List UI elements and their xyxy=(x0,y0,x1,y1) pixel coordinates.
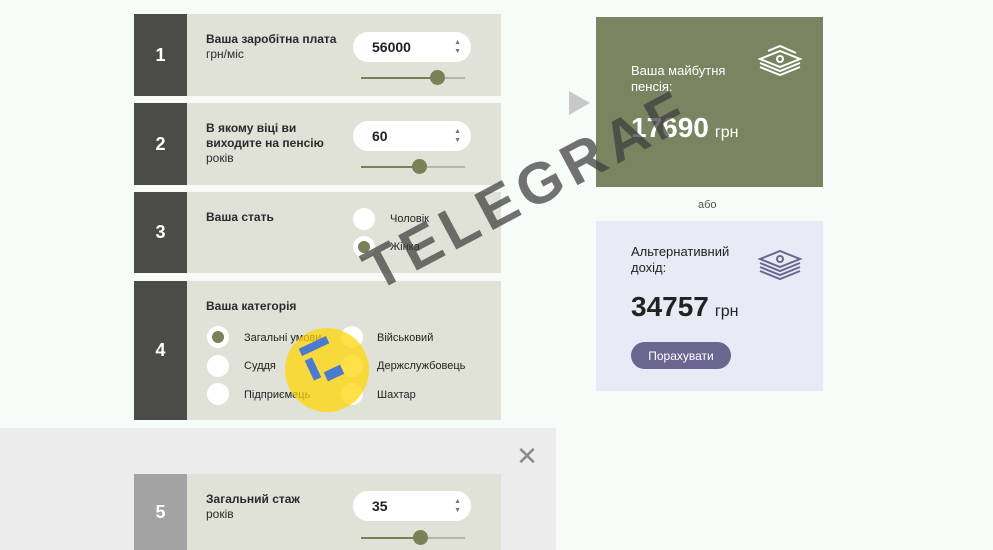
stepper-arrows-icon[interactable]: ▲ ▼ xyxy=(454,38,461,56)
step-label: Загальний стаж років xyxy=(206,492,300,521)
telegraf-logo-icon xyxy=(285,328,369,412)
experience-stepper[interactable]: 35 ▲ ▼ xyxy=(353,491,471,521)
radio-label-judge: Суддя xyxy=(244,360,276,372)
stepper-arrows-icon[interactable]: ▲ ▼ xyxy=(454,127,461,145)
radio-general[interactable] xyxy=(207,326,229,348)
salary-value: 56000 xyxy=(372,39,411,55)
step-number: 5 xyxy=(134,474,187,550)
money-stack-icon xyxy=(757,44,803,77)
step-number: 2 xyxy=(134,103,187,185)
radio-label-miner: Шахтар xyxy=(377,389,416,401)
step-label: Ваша категорія xyxy=(206,299,297,313)
step-label: В якому віці ви виходите на пенсію років xyxy=(206,121,324,165)
step-label: Ваша стать xyxy=(206,210,274,224)
slider-thumb[interactable] xyxy=(429,70,445,85)
salary-stepper[interactable]: 56000 ▲ ▼ xyxy=(353,32,471,62)
alternative-amount: 34757 грн xyxy=(631,291,739,322)
calculate-button[interactable]: Порахувати xyxy=(631,342,731,369)
step-salary: 1 Ваша заробітна плата грн/міс 56000 ▲ ▼ xyxy=(134,14,501,96)
radio-entrepreneur[interactable] xyxy=(207,383,229,405)
step-retirement-age: 2 В якому віці ви виходите на пенсію рок… xyxy=(134,103,501,185)
radio-judge[interactable] xyxy=(207,355,229,377)
slider-thumb[interactable] xyxy=(413,530,429,545)
radio-label-civil-servant: Держслужбовець xyxy=(377,360,466,372)
step-number: 1 xyxy=(134,14,187,96)
alternative-title: Альтернативний дохід: xyxy=(631,244,730,275)
step-number: 4 xyxy=(134,281,187,420)
or-text: або xyxy=(698,199,717,211)
step-number: 3 xyxy=(134,192,187,273)
experience-slider[interactable] xyxy=(361,530,465,546)
age-value: 60 xyxy=(372,128,388,144)
alternative-income-card: Альтернативний дохід: 34757 грн Порахуват… xyxy=(596,221,823,391)
close-icon[interactable]: ✕ xyxy=(516,443,538,469)
radio-male[interactable] xyxy=(353,208,375,230)
slider-thumb[interactable] xyxy=(412,159,428,174)
salary-slider[interactable] xyxy=(361,70,465,86)
experience-value: 35 xyxy=(372,498,388,514)
age-stepper[interactable]: 60 ▲ ▼ xyxy=(353,121,471,151)
step-label: Ваша заробітна плата грн/міс xyxy=(206,32,337,61)
money-stack-icon xyxy=(757,249,803,281)
age-slider[interactable] xyxy=(361,159,465,175)
play-arrow-icon xyxy=(569,91,590,115)
step-experience: 5 Загальний стаж років 35 ▲ ▼ xyxy=(134,474,501,550)
stepper-arrows-icon[interactable]: ▲ ▼ xyxy=(454,497,461,515)
radio-label-military: Військовий xyxy=(377,332,434,344)
